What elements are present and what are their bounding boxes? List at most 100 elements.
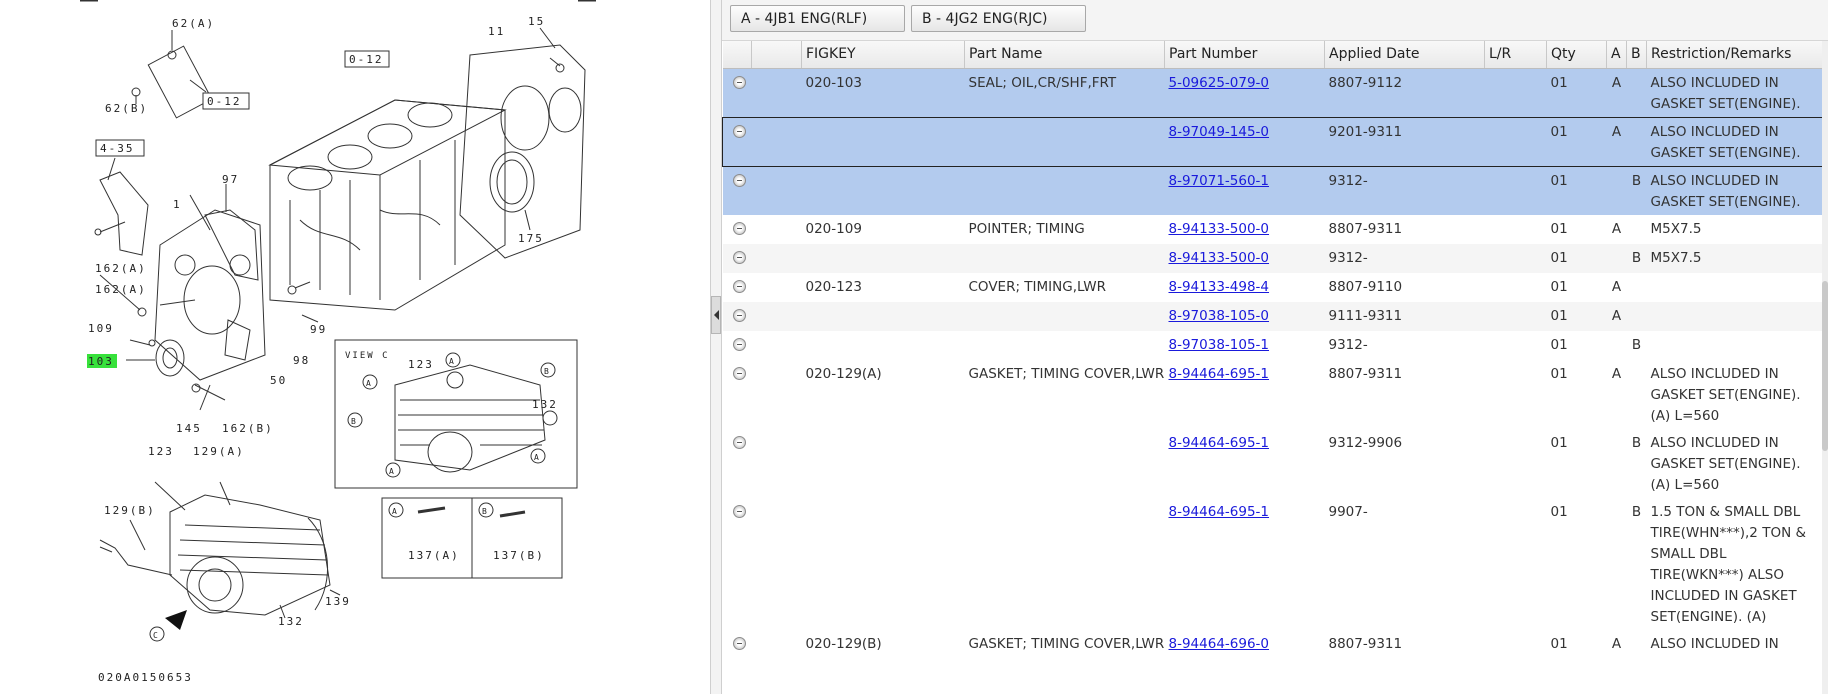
- applied-date-cell: 9201-9311: [1324, 116, 1485, 167]
- collapse-left-pane-button[interactable]: [711, 296, 721, 334]
- expand-row-icon[interactable]: [732, 279, 746, 293]
- col-applied-date-header[interactable]: Applied Date: [1324, 41, 1485, 69]
- table-row[interactable]: 8-94464-695-1 9907- 01 B 1.5 TON & SMALL DBL…: [723, 498, 1823, 630]
- part-number-link[interactable]: 8-94464-695-1: [1169, 366, 1270, 382]
- expand-row-icon[interactable]: [732, 435, 746, 449]
- lr-cell: [1485, 215, 1547, 244]
- svg-text:129(A): 129(A): [193, 445, 245, 458]
- col-b-header[interactable]: B: [1626, 41, 1647, 69]
- part-number-link[interactable]: 8-94464-695-1: [1169, 435, 1270, 451]
- part-number-cell: 8-97038-105-0: [1164, 301, 1325, 331]
- expand-row-icon[interactable]: [732, 636, 746, 650]
- svg-text:123: 123: [148, 445, 174, 458]
- applied-date-cell: 8807-9311: [1328, 635, 1403, 652]
- engine-b-flag: B: [1631, 503, 1642, 520]
- figkey-cell: 020-129(B): [805, 635, 882, 652]
- col-part-name-header[interactable]: Part Name: [964, 41, 1165, 69]
- col-qty-header[interactable]: Qty: [1546, 41, 1607, 69]
- table-row[interactable]: 020-129(B) GASKET; TIMING COVER,LWR 8-9446…: [723, 630, 1823, 659]
- figkey-cell: [801, 243, 965, 273]
- engine-b-flag: [1627, 273, 1647, 302]
- svg-text:A: A: [366, 379, 373, 388]
- table-scrollbar[interactable]: [1822, 41, 1828, 694]
- row-blank-cell: [752, 429, 802, 498]
- expand-row-icon[interactable]: [732, 308, 746, 322]
- engine-a-flag: [1607, 331, 1627, 360]
- remarks-cell: ALSO INCLUDED IN GASKET SET(ENGINE). (A)…: [1650, 434, 1801, 493]
- diagram-labels: 62(A) 62(B) 0-12 0-12 11 15 4-35 97 1 16…: [88, 15, 556, 684]
- applied-date-cell: 9312-: [1328, 336, 1368, 353]
- col-remarks-header[interactable]: Restriction/Remarks: [1646, 41, 1823, 69]
- expand-row-icon[interactable]: [732, 221, 746, 235]
- part-number-link[interactable]: 8-97038-105-1: [1169, 337, 1270, 353]
- part-number-link[interactable]: 8-94133-500-0: [1169, 221, 1270, 237]
- svg-text:145: 145: [176, 422, 202, 435]
- part-number-link[interactable]: 8-97071-560-1: [1169, 173, 1270, 189]
- part-number-link[interactable]: 8-94133-498-4: [1169, 279, 1270, 295]
- expand-row-icon[interactable]: [733, 124, 746, 138]
- row-expander-cell: [722, 243, 752, 273]
- qty-cell: 01: [1550, 434, 1568, 451]
- table-row[interactable]: 020-129(A) GASKET; TIMING COVER,LWR 8-9446…: [723, 360, 1823, 429]
- figkey-cell: 020-109: [805, 220, 862, 237]
- svg-text:A: A: [389, 467, 396, 476]
- svg-text:129(B): 129(B): [104, 504, 156, 517]
- parts-diagram[interactable]: 62(A) 62(B) 0-12 0-12 11 15 4-35 97 1 16…: [0, 0, 710, 694]
- remarks-cell: ALSO INCLUDED IN GASKET SET(ENGINE).: [1646, 68, 1823, 117]
- table-row[interactable]: 8-97049-145-0 9201-9311 01 A ALSO INCLUDED I…: [722, 116, 1823, 167]
- remarks-cell: [1647, 273, 1823, 302]
- scroll-thumb[interactable]: [1822, 281, 1828, 451]
- qty-cell: 01: [1546, 243, 1607, 273]
- engine-b-flag: B: [1631, 336, 1642, 353]
- table-row[interactable]: 8-97038-105-1 9312- 01 B: [723, 331, 1823, 360]
- expand-row-icon[interactable]: [732, 337, 746, 351]
- engine-b-flag: [1626, 301, 1647, 331]
- lr-cell: [1484, 166, 1547, 215]
- figkey-cell: [802, 429, 965, 498]
- engine-a-button[interactable]: A - 4JB1 ENG(RLF): [730, 5, 905, 32]
- row-expander-cell: [722, 68, 752, 117]
- svg-text:A: A: [449, 357, 456, 366]
- applied-date-cell: 8807-9110: [1328, 278, 1403, 295]
- engine-b-button[interactable]: B - 4JG2 ENG(RJC): [911, 5, 1086, 32]
- engine-filter-bar: A - 4JB1 ENG(RLF) B - 4JG2 ENG(RJC): [722, 0, 1828, 41]
- table-row[interactable]: 8-94464-695-1 9312-9906 01 B ALSO INCLUDED I…: [723, 429, 1823, 498]
- engine-b-flag: [1626, 68, 1647, 117]
- part-number-cell: 8-97049-145-0: [1164, 116, 1325, 167]
- row-blank-cell: [751, 166, 802, 215]
- part-number-link[interactable]: 8-97038-105-0: [1169, 308, 1270, 324]
- svg-text:137(A): 137(A): [408, 549, 460, 562]
- table-row[interactable]: 8-94133-500-0 9312- 01 B M5X7.5: [722, 243, 1823, 273]
- table-row[interactable]: 020-123 COVER; TIMING,LWR 8-94133-498-4 880…: [723, 273, 1823, 302]
- col-a-header[interactable]: A: [1606, 41, 1627, 69]
- part-number-cell: 8-94133-500-0: [1164, 243, 1325, 273]
- part-number-link[interactable]: 8-94464-696-0: [1169, 636, 1270, 652]
- part-number-link[interactable]: 8-97049-145-0: [1169, 124, 1270, 140]
- table-row[interactable]: 020-103 SEAL; OIL,CR/SHF,FRT 5-09625-079-0…: [722, 68, 1823, 117]
- expand-row-icon[interactable]: [732, 504, 746, 518]
- applied-date-cell: 9312-: [1324, 243, 1485, 273]
- engine-a-flag: A: [1611, 220, 1622, 237]
- row-blank-cell: [752, 331, 802, 360]
- col-figkey-header[interactable]: FIGKEY: [801, 41, 965, 69]
- col-part-number-header[interactable]: Part Number: [1164, 41, 1325, 69]
- part-name-cell: [965, 331, 1165, 360]
- expand-row-icon[interactable]: [732, 75, 746, 89]
- part-number-link[interactable]: 8-94464-695-1: [1169, 504, 1270, 520]
- svg-text:020A0150653: 020A0150653: [98, 671, 193, 684]
- expand-row-icon[interactable]: [732, 173, 746, 187]
- table-row[interactable]: 8-97038-105-0 9111-9311 01 A: [722, 301, 1823, 331]
- expand-row-icon[interactable]: [732, 366, 746, 380]
- pane-splitter[interactable]: [710, 0, 722, 694]
- part-name-cell: POINTER; TIMING: [968, 220, 1085, 237]
- qty-cell: 01: [1550, 503, 1568, 520]
- row-expander-cell: [723, 498, 752, 630]
- col-lr-header[interactable]: L/R: [1484, 41, 1547, 69]
- part-name-cell: [965, 498, 1165, 630]
- part-number-link[interactable]: 8-94133-500-0: [1169, 250, 1270, 266]
- expand-row-icon[interactable]: [732, 250, 746, 264]
- arrow-left-icon: [713, 310, 719, 320]
- table-row[interactable]: 8-97071-560-1 9312- 01 B ALSO INCLUDED IN GA…: [722, 166, 1823, 215]
- part-number-link[interactable]: 5-09625-079-0: [1169, 75, 1270, 91]
- table-row[interactable]: 020-109 POINTER; TIMING 8-94133-500-0 8807-…: [723, 215, 1823, 244]
